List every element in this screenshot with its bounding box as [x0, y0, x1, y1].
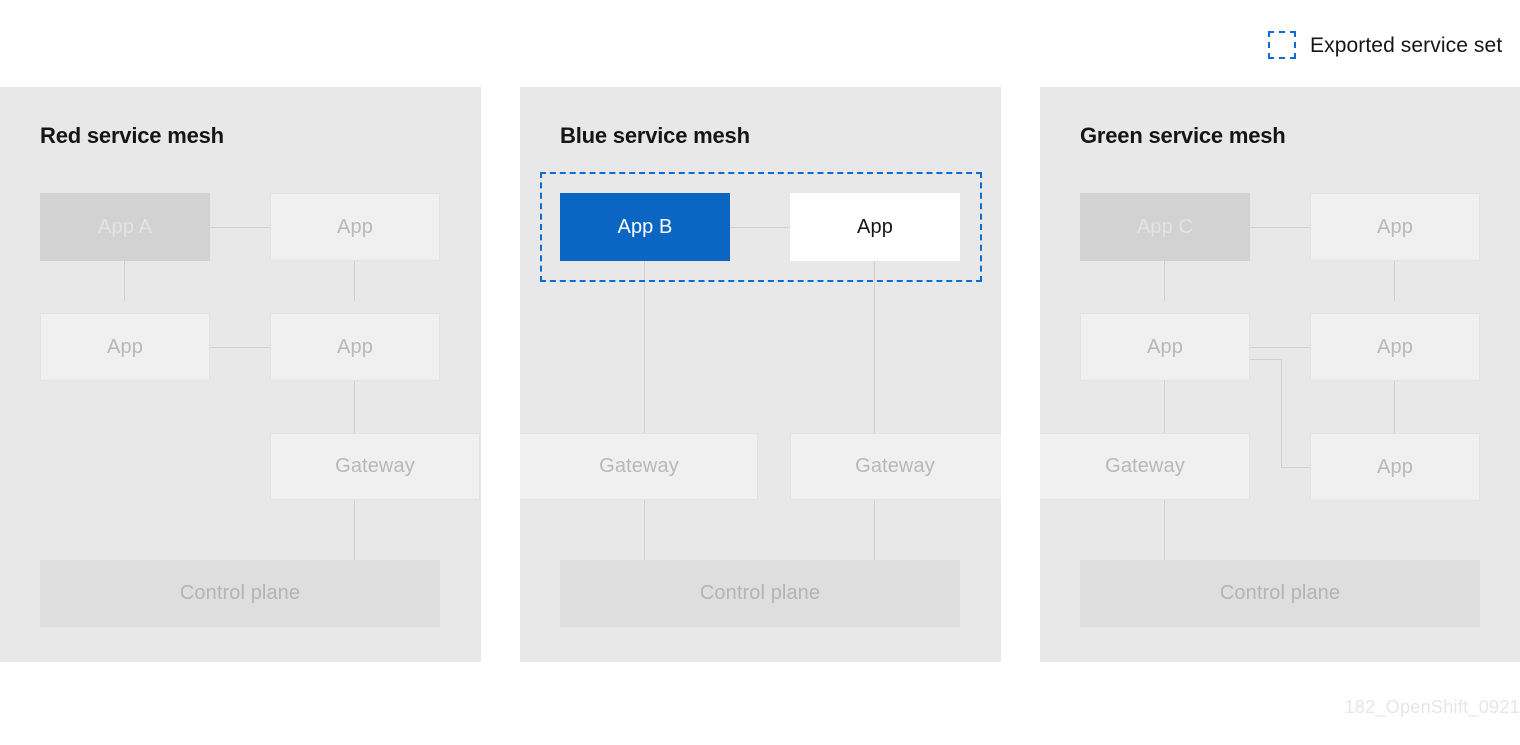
node-gateway[interactable]: Gateway — [270, 433, 480, 500]
node-label: Control plane — [1220, 582, 1340, 605]
panel-title-red: Red service mesh — [40, 123, 224, 149]
connector-app-mid-left-to-app-mid-right — [1250, 347, 1310, 348]
panel-blue-service-mesh: Blue service mesh App B App Gateway Gate… — [520, 87, 1001, 662]
node-label: App — [1147, 336, 1183, 359]
node-gateway[interactable]: Gateway — [1040, 433, 1250, 500]
connector-gateway-to-control-plane — [1164, 500, 1165, 560]
connector-app-a-to-app-top-right — [210, 227, 270, 228]
node-app-top-right[interactable]: App — [270, 193, 440, 261]
watermark: 182_OpenShift_0921 — [1344, 697, 1520, 718]
panel-red-service-mesh: Red service mesh App A App App App Gatew… — [0, 87, 481, 662]
node-label: Control plane — [180, 582, 300, 605]
connector-elbow-segment-vertical — [1281, 359, 1282, 467]
node-app-a[interactable]: App A — [40, 193, 210, 261]
dashed-square-icon — [1268, 31, 1296, 59]
connector-app-mid-left-to-gateway — [1164, 381, 1165, 433]
node-label: App — [1377, 216, 1413, 239]
node-label: Gateway — [1105, 455, 1185, 478]
node-label: App — [1377, 456, 1413, 479]
node-app-b[interactable]: App B — [560, 193, 730, 261]
legend: Exported service set — [1268, 31, 1502, 59]
legend-label: Exported service set — [1310, 35, 1502, 56]
node-control-plane[interactable]: Control plane — [1080, 560, 1480, 627]
node-label: Gateway — [335, 455, 415, 478]
connector-gateway-right-to-control-plane — [874, 500, 875, 560]
connector-app-c-to-app-mid-left — [1164, 261, 1165, 301]
node-app-c[interactable]: App C — [1080, 193, 1250, 261]
connector-app-bottom-right-to-gateway — [354, 381, 355, 441]
node-label: Control plane — [700, 582, 820, 605]
panel-title-green: Green service mesh — [1080, 123, 1286, 149]
node-app-bottom-left[interactable]: App — [40, 313, 210, 381]
node-control-plane[interactable]: Control plane — [560, 560, 960, 627]
connector-elbow-segment-bottom — [1281, 467, 1310, 468]
node-gateway-right[interactable]: Gateway — [790, 433, 1001, 500]
node-label: App B — [618, 216, 673, 239]
connector-gateway-to-control-plane — [354, 500, 355, 560]
connector-app-c-to-app-top-right — [1250, 227, 1310, 228]
connector-app-white-to-gateway-right — [874, 261, 875, 433]
connector-app-top-right-to-app-mid-right — [1394, 261, 1395, 301]
node-label: App — [337, 216, 373, 239]
connector-app-a-to-app-bottom-left — [124, 261, 125, 301]
panel-title-blue: Blue service mesh — [560, 123, 750, 149]
node-app-top-right[interactable]: App — [1310, 193, 1480, 261]
node-app-white[interactable]: App — [790, 193, 960, 261]
connector-app-mid-right-to-app-low-right — [1394, 381, 1395, 433]
node-app-low-right[interactable]: App — [1310, 433, 1480, 501]
node-label: Gateway — [599, 455, 679, 478]
node-label: App — [107, 336, 143, 359]
node-label: App — [337, 336, 373, 359]
node-app-mid-right[interactable]: App — [1310, 313, 1480, 381]
node-label: App C — [1137, 216, 1193, 239]
connector-gateway-left-to-control-plane — [644, 500, 645, 560]
connector-app-b-to-gateway-left — [644, 261, 645, 433]
node-label: App — [857, 216, 893, 239]
connector-app-bottom-left-to-app-bottom-right — [210, 347, 270, 348]
connector-app-b-to-app-white — [730, 227, 790, 228]
node-app-mid-left[interactable]: App — [1080, 313, 1250, 381]
node-app-bottom-right[interactable]: App — [270, 313, 440, 381]
node-control-plane[interactable]: Control plane — [40, 560, 440, 627]
node-label: Gateway — [855, 455, 935, 478]
panel-green-service-mesh: Green service mesh App C App App App App… — [1040, 87, 1520, 662]
node-label: App A — [98, 216, 152, 239]
node-label: App — [1377, 336, 1413, 359]
connector-app-top-right-to-app-bottom-right — [354, 261, 355, 301]
connector-elbow-segment-top — [1250, 359, 1282, 360]
node-gateway-left[interactable]: Gateway — [520, 433, 758, 500]
